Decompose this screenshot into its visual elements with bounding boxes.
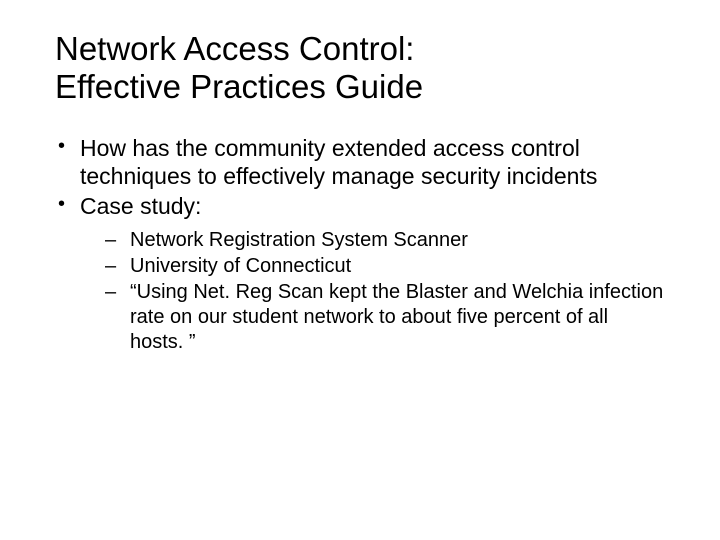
bullet-text: Case study:: [80, 193, 201, 219]
main-bullet-list: How has the community extended access co…: [55, 134, 665, 355]
bullet-text: How has the community extended access co…: [80, 135, 597, 189]
sub-bullet-item: University of Connecticut: [80, 254, 665, 279]
sub-bullet-text: Network Registration System Scanner: [130, 229, 468, 251]
sub-bullet-item: “Using Net. Reg Scan kept the Blaster an…: [80, 280, 665, 355]
slide-title: Network Access Control: Effective Practi…: [55, 30, 665, 106]
sub-bullet-item: Network Registration System Scanner: [80, 228, 665, 253]
title-line-2: Effective Practices Guide: [55, 68, 423, 105]
title-line-1: Network Access Control:: [55, 30, 414, 67]
bullet-item: Case study: Network Registration System …: [55, 192, 665, 355]
bullet-item: How has the community extended access co…: [55, 134, 665, 190]
sub-bullet-text: “Using Net. Reg Scan kept the Blaster an…: [130, 281, 663, 353]
sub-bullet-text: University of Connecticut: [130, 255, 351, 277]
sub-bullet-list: Network Registration System Scanner Univ…: [80, 228, 665, 355]
